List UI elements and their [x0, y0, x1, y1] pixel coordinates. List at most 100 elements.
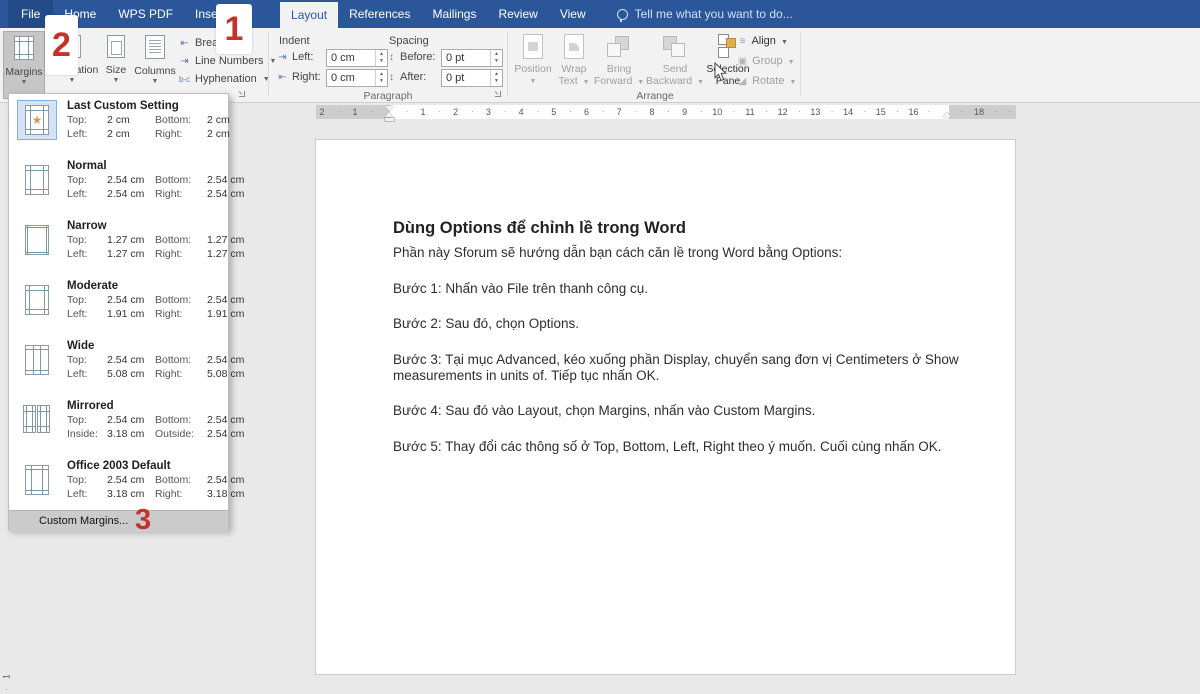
margin-value: 1.27 cm	[207, 234, 249, 248]
chevron-down-icon: ▼	[637, 79, 644, 86]
hanging-indent-marker[interactable]	[385, 112, 393, 117]
bring-forward-icon	[607, 34, 631, 59]
chevron-down-icon: ▼	[4, 79, 44, 86]
margin-value: 2.54 cm	[207, 414, 249, 428]
spacing-after-label: After:	[400, 71, 426, 83]
spacing-after-input[interactable]: 0 pt ▲▼	[441, 69, 503, 87]
hyphenation-button[interactable]: b-c Hyphenation ▼	[178, 71, 270, 87]
first-line-indent-marker[interactable]	[385, 106, 393, 111]
document-page[interactable]: Dùng Options để chỉnh lề trong Word Phần…	[315, 139, 1016, 675]
margins-option-mirrored[interactable]: MirroredTop:2.54 cmBottom:2.54 cmInside:…	[9, 398, 228, 456]
document-paragraph: Bước 1: Nhấn vào File trên thanh công cụ…	[393, 281, 993, 297]
ruler-number: 11	[745, 103, 754, 121]
ruler-number: 14	[843, 103, 853, 121]
margin-label: Top:	[67, 174, 107, 188]
align-label: Align	[751, 35, 775, 47]
margins-option-name: Mirrored	[67, 399, 225, 414]
margins-option-last-custom-setting[interactable]: ★Last Custom SettingTop:2 cmBottom:2 cmL…	[9, 98, 228, 156]
send-backward-icon	[663, 34, 687, 59]
chevron-down-icon: ▼	[790, 79, 797, 86]
send-backward-button[interactable]: Send Backward ▼	[646, 31, 704, 89]
wrap-text-button[interactable]: Wrap Text ▼	[553, 31, 595, 89]
margin-label: Right:	[155, 488, 207, 502]
margins-option-name: Narrow	[67, 219, 225, 234]
margins-option-office-2003-default[interactable]: Office 2003 DefaultTop:2.54 cmBottom:2.5…	[9, 458, 228, 516]
ruler-number: 4	[519, 103, 524, 121]
tab-view[interactable]: View	[549, 0, 597, 28]
margins-option-name: Normal	[67, 159, 225, 174]
hyphenation-icon: b-c	[178, 75, 191, 84]
group-separator	[800, 32, 801, 96]
margin-label: Outside:	[155, 428, 207, 442]
columns-button[interactable]: Columns ▼	[134, 31, 176, 99]
margins-button[interactable]: Margins ▼	[3, 31, 45, 99]
margin-value: 2.54 cm	[207, 174, 249, 188]
rotate-button[interactable]: ◢ Rotate ▼	[736, 72, 796, 92]
position-button[interactable]: Position ▼	[512, 31, 554, 88]
bring-forward-button[interactable]: Bring Forward ▼	[592, 31, 646, 89]
ruler-tick: ·	[831, 103, 834, 121]
tab-layout[interactable]: Layout	[280, 2, 338, 28]
ruler-number: 3	[486, 103, 491, 121]
annotation-step-2-box: 2	[45, 15, 78, 75]
margin-value: 1.27 cm	[107, 248, 155, 262]
ruler-tick: ·	[504, 103, 507, 121]
ruler-number: 16	[908, 103, 918, 121]
spinner-arrows[interactable]: ▲▼	[490, 50, 502, 66]
margins-option-normal[interactable]: NormalTop:2.54 cmBottom:2.54 cmLeft:2.54…	[9, 158, 228, 216]
margin-label: Left:	[67, 188, 107, 202]
chevron-down-icon: ▼	[512, 76, 554, 88]
indent-right-value: 0 cm	[331, 70, 355, 86]
ribbon-tab-bar: FileHomeWPS PDFInsertLayoutReferencesMai…	[0, 0, 1200, 28]
arrange-group-label: Arrange	[636, 90, 673, 102]
tab-mailings[interactable]: Mailings	[421, 0, 487, 28]
custom-margins-label: Custom Margins...	[39, 511, 128, 531]
indent-right-input[interactable]: 0 cm ▲▼	[326, 69, 388, 87]
ruler-number: 9	[682, 103, 687, 121]
ruler-tick: ·	[896, 103, 899, 121]
group-icon: ▣	[736, 52, 749, 71]
margins-option-wide[interactable]: WideTop:2.54 cmBottom:2.54 cmLeft:5.08 c…	[9, 338, 228, 396]
ruler-tick: ·	[438, 103, 441, 121]
indent-left-icon: ⇥	[276, 52, 289, 63]
indent-left-input[interactable]: 0 cm ▲▼	[326, 49, 388, 67]
size-button[interactable]: Size ▼	[99, 31, 133, 99]
indent-heading: Indent	[279, 35, 310, 47]
page-break-icon: ⇤	[178, 38, 191, 49]
tab-wps-pdf[interactable]: WPS PDF	[107, 0, 184, 28]
margin-value: 3.18 cm	[107, 488, 155, 502]
custom-margins-item[interactable]: Custom Margins... 3	[9, 510, 228, 532]
spacing-before-value: 0 pt	[446, 50, 464, 66]
spinner-arrows[interactable]: ▲▼	[490, 70, 502, 86]
group-label: Group	[752, 55, 783, 67]
spacing-before-input[interactable]: 0 pt ▲▼	[441, 49, 503, 67]
paragraph-dialog-launcher[interactable]	[494, 90, 502, 98]
margins-option-narrow[interactable]: NarrowTop:1.27 cmBottom:1.27 cmLeft:1.27…	[9, 218, 228, 276]
margins-option-name: Wide	[67, 339, 225, 354]
chevron-down-icon: ▼	[99, 77, 133, 84]
right-indent-marker[interactable]	[943, 112, 951, 117]
margin-value: 2.54 cm	[107, 354, 155, 368]
line-numbers-button[interactable]: ⇥ Line Numbers ▼	[178, 53, 276, 69]
margin-value: 2 cm	[207, 114, 249, 128]
margin-value: 2.54 cm	[107, 474, 155, 488]
ruler-tick: ·	[569, 103, 572, 121]
indent-left-value: 0 cm	[331, 50, 355, 66]
page-setup-dialog-launcher[interactable]	[238, 90, 246, 98]
align-button[interactable]: ≡ Align ▼	[736, 32, 796, 52]
document-paragraphs: Phần này Sforum sẽ hướng dẫn bạn cách că…	[393, 245, 993, 455]
tab-review[interactable]: Review	[487, 0, 548, 28]
spacing-after-icon: ↕	[385, 72, 398, 83]
annotation-step-2: 2	[52, 26, 71, 65]
margin-label: Bottom:	[155, 414, 207, 428]
margin-value: 2.54 cm	[207, 474, 249, 488]
tell-me-box[interactable]: Tell me what you want to do...	[617, 0, 793, 28]
group-button[interactable]: ▣ Group ▼	[736, 52, 796, 72]
tab-references[interactable]: References	[338, 0, 421, 28]
left-indent-marker[interactable]	[385, 118, 394, 121]
ruler-tick: ·	[700, 103, 703, 121]
spacing-heading: Spacing	[389, 35, 429, 47]
margins-option-moderate[interactable]: ModerateTop:2.54 cmBottom:2.54 cmLeft:1.…	[9, 278, 228, 336]
margin-label: Bottom:	[155, 294, 207, 308]
ruler-number: 6	[584, 103, 589, 121]
